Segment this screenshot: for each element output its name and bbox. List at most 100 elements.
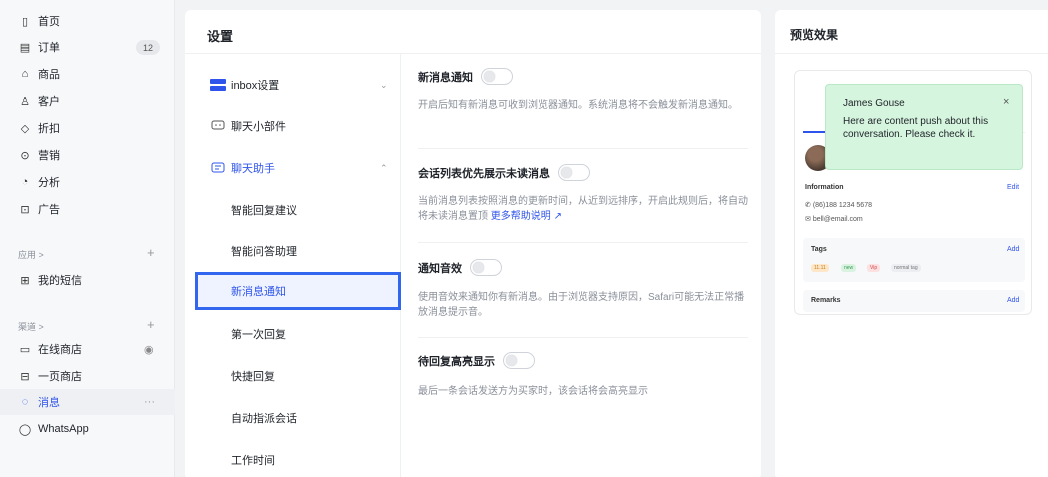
nav-item-online-store[interactable]: ▭ 在线商店 ◉ bbox=[0, 336, 175, 362]
option-unread-first: 会话列表优先展示未读消息 bbox=[418, 164, 590, 181]
nav-item-ads[interactable]: ⊡ 广告 bbox=[0, 196, 175, 222]
settings-panel: 设置 inbox设置 ⌄ 聊天小部件 聊天助手 ⌃ 智能回复建议 智能问答助理 … bbox=[185, 10, 761, 477]
tag-chip: normal tag bbox=[891, 264, 921, 272]
sub-item-auto-assign[interactable]: 自动指派会话 bbox=[185, 399, 401, 437]
inbox-icon bbox=[210, 78, 226, 92]
option-title: 待回复高亮显示 bbox=[418, 355, 495, 368]
nav-label: 首页 bbox=[38, 16, 60, 28]
nav-item-messages[interactable]: ◌ 消息 ··· bbox=[0, 389, 175, 415]
option-pending-highlight: 待回复高亮显示 bbox=[418, 352, 535, 369]
remarks-box: Remarks Add bbox=[803, 290, 1025, 312]
remarks-label: Remarks bbox=[811, 297, 841, 304]
option-description-text: 当前消息列表按照消息的更新时间，从近到远排序，开启此规则后，将自动将未读消息置顶 bbox=[418, 196, 748, 222]
one-page-store-icon: ⊟ bbox=[20, 370, 30, 383]
nav-label: 订单 bbox=[38, 42, 60, 54]
tags-label: Tags bbox=[811, 246, 827, 253]
nav-label: 营销 bbox=[38, 150, 60, 162]
option-description: 最后一条会话发送方为买家时，该会话将会高亮显示 bbox=[418, 386, 648, 397]
nav-item-marketing[interactable]: ⊙ 营销 bbox=[0, 142, 175, 168]
help-link[interactable]: 更多帮助说明 bbox=[491, 211, 551, 222]
products-icon: ⌂ bbox=[21, 68, 29, 80]
apps-section-header[interactable]: 应用 > bbox=[18, 248, 44, 261]
phone-value: (86)188 1234 5678 bbox=[812, 202, 872, 209]
tab-indicator bbox=[803, 131, 825, 133]
option-description: 当前消息列表按照消息的更新时间，从近到远排序，开启此规则后，将自动将未读消息置顶… bbox=[418, 194, 748, 224]
nav-item-analytics[interactable]: ◔ 分析 bbox=[0, 169, 175, 195]
nav-item-my-sms[interactable]: ⊞ 我的短信 bbox=[0, 267, 175, 293]
nav-label: 消息 bbox=[38, 397, 60, 409]
notification-popup[interactable]: James Gouse Here are content push about … bbox=[825, 84, 1023, 170]
nav-item-discounts[interactable]: ◇ 折扣 bbox=[0, 115, 175, 141]
email-row: ✉ bell@email.com bbox=[805, 216, 863, 223]
sub-item-new-message-notification[interactable]: 新消息通知 bbox=[195, 272, 401, 310]
nav-item-home[interactable]: ▯ 首页 bbox=[0, 8, 175, 34]
sub-group-chat-widget[interactable]: 聊天小部件 bbox=[185, 107, 401, 145]
email-value: bell@email.com bbox=[812, 216, 863, 223]
analytics-icon: ◔ bbox=[21, 176, 29, 188]
popup-sender-name: James Gouse bbox=[843, 98, 905, 109]
nav-label: 商品 bbox=[38, 69, 60, 81]
close-icon[interactable]: × bbox=[1003, 96, 1009, 108]
information-label: Information bbox=[805, 184, 844, 191]
option-title: 会话列表优先展示未读消息 bbox=[418, 167, 550, 180]
sub-group-label: inbox设置 bbox=[231, 80, 280, 92]
nav-label: WhatsApp bbox=[38, 423, 89, 435]
sub-group-chat-assistant[interactable]: 聊天助手 ⌃ bbox=[185, 149, 401, 187]
nav-label: 分析 bbox=[38, 177, 60, 189]
nav-item-whatsapp[interactable]: ◯ WhatsApp bbox=[0, 416, 175, 442]
edit-link[interactable]: Edit bbox=[1007, 184, 1019, 191]
nav-label: 折扣 bbox=[38, 123, 60, 135]
unread-first-toggle[interactable] bbox=[558, 164, 590, 181]
pending-highlight-toggle[interactable] bbox=[503, 352, 535, 369]
option-title: 新消息通知 bbox=[418, 71, 473, 84]
channels-section-header[interactable]: 渠道 > bbox=[18, 320, 44, 333]
chevron-down-icon: ⌄ bbox=[380, 79, 388, 90]
sub-group-inbox-settings[interactable]: inbox设置 ⌄ bbox=[185, 66, 401, 104]
marketing-icon: ⊙ bbox=[20, 149, 30, 162]
settings-title: 设置 bbox=[207, 29, 234, 44]
sub-item-working-hours[interactable]: 工作时间 bbox=[185, 441, 401, 477]
nav-item-products[interactable]: ⌂ 商品 bbox=[0, 61, 175, 87]
sub-item-smart-qa[interactable]: 智能问答助理 bbox=[185, 232, 401, 270]
discount-icon: ◇ bbox=[20, 122, 30, 135]
nav-label: 一页商店 bbox=[38, 371, 82, 383]
sub-item-quick-reply[interactable]: 快捷回复 bbox=[185, 357, 401, 395]
option-title: 通知音效 bbox=[418, 262, 462, 275]
external-link-icon[interactable]: ↗ bbox=[554, 211, 562, 222]
add-remark-link[interactable]: Add bbox=[1007, 297, 1019, 304]
assistant-icon bbox=[210, 161, 226, 175]
notification-sound-toggle[interactable] bbox=[470, 259, 502, 276]
new-message-notification-toggle[interactable] bbox=[481, 68, 513, 85]
sub-group-label: 聊天小部件 bbox=[231, 121, 286, 133]
home-icon: ▯ bbox=[21, 15, 29, 28]
left-nav: ▯ 首页 ▤ 订单 12 ⌂ 商品 ♙ 客户 ◇ 折扣 ⊙ 营销 ◔ 分析 ⊡ 广告 应用 > +… bbox=[0, 0, 175, 477]
add-channel-button[interactable]: + bbox=[147, 317, 155, 332]
tags-box: Tags Add 11.11 new Vip normal tag bbox=[803, 238, 1025, 282]
store-icon: ▭ bbox=[19, 343, 31, 356]
option-notification-sound: 通知音效 bbox=[418, 259, 502, 276]
eye-icon[interactable]: ◉ bbox=[144, 343, 154, 356]
divider bbox=[775, 53, 1048, 54]
nav-item-orders[interactable]: ▤ 订单 12 bbox=[0, 34, 175, 60]
add-tag-link[interactable]: Add bbox=[1007, 246, 1019, 253]
preview-panel: 预览效果 Information Edit ✆ (86)188 1234 567… bbox=[775, 10, 1048, 477]
phone-row: ✆ (86)188 1234 5678 bbox=[805, 202, 872, 209]
tag-chip: Vip bbox=[867, 264, 881, 272]
messages-icon: ◌ bbox=[21, 396, 29, 408]
sub-item-first-reply[interactable]: 第一次回复 bbox=[185, 315, 401, 353]
divider bbox=[418, 148, 748, 149]
sub-item-smart-reply[interactable]: 智能回复建议 bbox=[185, 191, 401, 229]
nav-item-customers[interactable]: ♙ 客户 bbox=[0, 88, 175, 114]
tag-chip: 11.11 bbox=[811, 264, 829, 272]
option-description: 开启后知有新消息可收到浏览器通知。系统消息将不会触发新消息通知。 bbox=[418, 100, 738, 111]
nav-label: 客户 bbox=[38, 96, 60, 108]
chevron-up-icon: ⌃ bbox=[380, 162, 388, 173]
whatsapp-icon: ◯ bbox=[18, 423, 32, 436]
nav-label: 我的短信 bbox=[38, 275, 82, 287]
more-icon[interactable]: ··· bbox=[144, 396, 155, 408]
nav-label: 在线商店 bbox=[38, 344, 82, 356]
ads-icon: ⊡ bbox=[20, 203, 30, 216]
settings-sub-nav: inbox设置 ⌄ 聊天小部件 聊天助手 ⌃ 智能回复建议 智能问答助理 新消息… bbox=[185, 54, 401, 477]
nav-item-one-page-store[interactable]: ⊟ 一页商店 bbox=[0, 363, 175, 389]
add-app-button[interactable]: + bbox=[147, 245, 155, 260]
